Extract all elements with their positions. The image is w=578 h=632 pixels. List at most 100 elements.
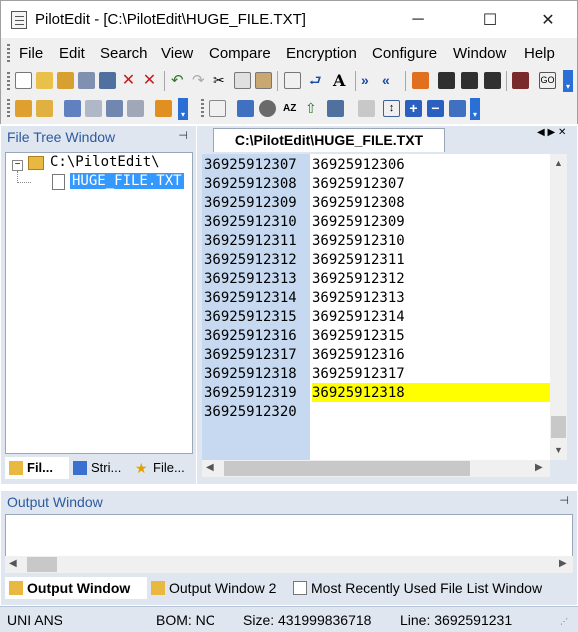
editor-line[interactable]: 36925912317	[312, 366, 405, 382]
settings-gear-icon[interactable]	[259, 100, 276, 117]
font-icon[interactable]: A	[333, 72, 350, 89]
sort-icon[interactable]: AZ	[283, 100, 300, 117]
output-scroll-left-icon[interactable]: ◀	[9, 558, 17, 569]
toolbar-overflow-icon[interactable]: ▾	[563, 70, 573, 92]
scroll-left-icon[interactable]: ◀	[206, 462, 214, 473]
vertical-scrollbar[interactable]: ▲ ▼	[550, 154, 567, 460]
minimize-button[interactable]: ─	[395, 1, 441, 39]
move-up-icon[interactable]: ⇧	[305, 100, 322, 117]
column-mode-icon[interactable]	[209, 100, 226, 117]
menu-view[interactable]: View	[161, 45, 193, 62]
output-scroll-right-icon[interactable]: ▶	[559, 558, 567, 569]
horizontal-scroll-thumb[interactable]	[224, 461, 470, 476]
tab-mru-list[interactable]: Most Recently Used File List Window	[289, 577, 557, 599]
ftp-icon[interactable]	[127, 100, 144, 117]
editor-line[interactable]: 36925912314	[312, 309, 405, 325]
find-replace-icon[interactable]	[284, 72, 301, 89]
menu-encryption[interactable]: Encryption	[286, 45, 357, 62]
key-icon[interactable]	[155, 100, 172, 117]
editor-line[interactable]: 36925912312	[312, 271, 405, 287]
output-scroll-thumb[interactable]	[27, 557, 57, 572]
maximize-button[interactable]: ☐	[467, 1, 513, 39]
output-scrollbar[interactable]: ◀ ▶	[5, 556, 573, 573]
editor-line[interactable]: 36925912318	[312, 385, 405, 401]
scroll-up-icon[interactable]: ▲	[554, 158, 563, 168]
collapse-tree-icon[interactable]: −	[12, 160, 23, 171]
editor-line[interactable]: 36925912307	[312, 176, 405, 192]
menu-search[interactable]: Search	[100, 45, 148, 62]
editor-line[interactable]: 36925912315	[312, 328, 405, 344]
save-all-icon[interactable]	[99, 72, 116, 89]
compare-next-icon[interactable]	[461, 72, 478, 89]
tab-strings[interactable]: Stri...	[69, 457, 131, 479]
menu-file[interactable]: File	[19, 45, 43, 62]
macro-icon[interactable]	[237, 100, 254, 117]
indent-icon[interactable]: »	[361, 72, 378, 89]
tree-root[interactable]: C:\PilotEdit\	[50, 154, 160, 170]
line-number: 36925912312	[204, 252, 297, 268]
editor-line[interactable]: 36925912306	[312, 157, 405, 173]
tab-output-window[interactable]: Output Window	[5, 577, 147, 599]
expand-icon[interactable]: +	[405, 100, 422, 117]
open-folder-icon[interactable]	[57, 72, 74, 89]
file-tree-view[interactable]: − C:\PilotEdit\ HUGE_FILE.TXT	[5, 152, 193, 454]
cut-icon[interactable]: ✂	[213, 72, 230, 89]
close-file-icon[interactable]: ✕	[120, 72, 137, 89]
editor-line[interactable]: 36925912313	[312, 290, 405, 306]
resize-grip-icon[interactable]: ⋰	[560, 617, 568, 626]
tab-file-list[interactable]: ★ File...	[131, 457, 193, 479]
redo-icon[interactable]: ↷	[192, 72, 209, 89]
compare-prev-icon[interactable]	[484, 72, 501, 89]
tab-output-window-2[interactable]: Output Window 2	[147, 577, 289, 599]
toggle-height-icon[interactable]: ↕	[383, 100, 400, 117]
tab-huge-file[interactable]: C:\PilotEdit\HUGE_FILE.TXT	[213, 128, 445, 152]
mru-tab-icon	[293, 581, 307, 595]
run-icon[interactable]	[512, 72, 529, 89]
print-preview-icon[interactable]	[106, 100, 123, 117]
tab-file-tree[interactable]: Fil...	[5, 457, 69, 479]
close-button[interactable]: ✕	[525, 1, 571, 39]
print-icon[interactable]	[85, 100, 102, 117]
pin-icon[interactable]: ⊣	[178, 129, 188, 142]
output-pin-icon[interactable]: ⊣	[559, 494, 569, 507]
wrap-icon[interactable]: ⮐	[309, 72, 326, 89]
scroll-down-icon[interactable]: ▼	[554, 445, 563, 455]
toolbar3-overflow-icon[interactable]: ▾	[470, 98, 480, 120]
copy-icon[interactable]	[234, 72, 251, 89]
editor-line[interactable]: 36925912316	[312, 347, 405, 363]
collapse-icon[interactable]: −	[427, 100, 444, 117]
editor-line[interactable]: 36925912310	[312, 233, 405, 249]
vertical-scroll-thumb[interactable]	[551, 416, 566, 438]
file-tree-title: File Tree Window	[7, 129, 116, 145]
tab-nav-controls[interactable]: ◀ ▶ ✕	[537, 127, 566, 138]
unindent-icon[interactable]: «	[382, 72, 399, 89]
menu-edit[interactable]: Edit	[59, 45, 85, 62]
close-all-icon[interactable]: ✕	[141, 72, 158, 89]
undo-icon[interactable]: ↶	[171, 72, 188, 89]
editor-line[interactable]: 36925912311	[312, 252, 405, 268]
toolbar2-overflow-icon[interactable]: ▾	[178, 98, 188, 120]
editor-line[interactable]: 36925912308	[312, 195, 405, 211]
new-file-icon[interactable]	[15, 72, 32, 89]
window-icon[interactable]	[449, 100, 466, 117]
open-file-icon[interactable]	[36, 72, 53, 89]
menu-help[interactable]: Help	[524, 45, 555, 62]
tree-file-selected[interactable]: HUGE_FILE.TXT	[70, 173, 184, 189]
save-icon[interactable]	[78, 72, 95, 89]
merge-lines-icon[interactable]	[327, 100, 344, 117]
menu-compare[interactable]: Compare	[209, 45, 271, 62]
menu-window[interactable]: Window	[453, 45, 506, 62]
editor-line[interactable]: 36925912309	[312, 214, 405, 230]
hex-icon[interactable]	[358, 100, 375, 117]
scroll-right-icon[interactable]: ▶	[535, 462, 543, 473]
menu-configure[interactable]: Configure	[372, 45, 437, 62]
goto-icon[interactable]: GO	[539, 72, 556, 89]
bookmark-icon[interactable]	[412, 72, 429, 89]
line-number: 36925912307	[204, 157, 297, 173]
horizontal-scrollbar[interactable]: ◀ ▶	[202, 460, 550, 477]
paste-icon[interactable]	[255, 72, 272, 89]
save-project-icon[interactable]	[64, 100, 81, 117]
project-folder-icon[interactable]	[36, 100, 53, 117]
compare-icon[interactable]	[438, 72, 455, 89]
open-project-icon[interactable]	[15, 100, 32, 117]
